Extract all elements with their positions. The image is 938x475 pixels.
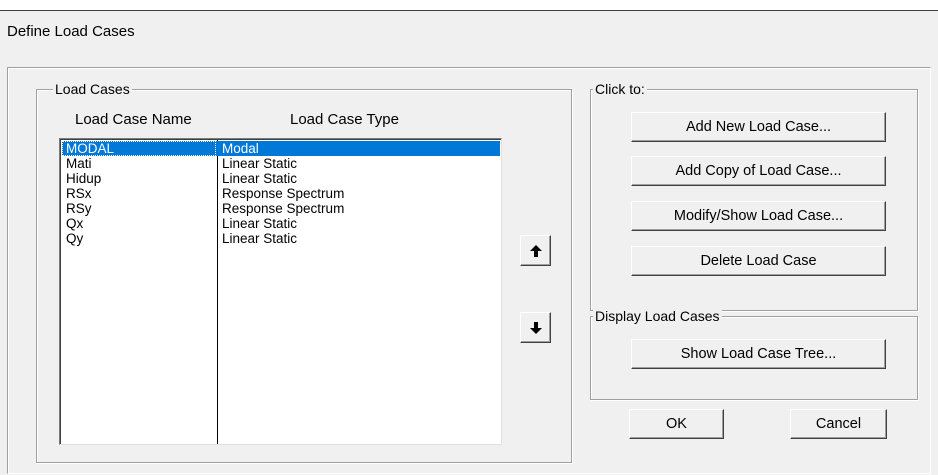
show-load-case-tree-button[interactable]: Show Load Case Tree... <box>631 339 886 369</box>
modify-show-load-case-button[interactable]: Modify/Show Load Case... <box>631 201 886 231</box>
load-case-type-header: Load Case Type <box>290 111 399 128</box>
display-load-cases-group-title: Display Load Cases <box>593 308 722 324</box>
load-case-type: Linear Static <box>222 171 298 186</box>
load-case-name: Hidup <box>66 171 102 186</box>
load-cases-group-title: Load Cases <box>53 81 132 97</box>
load-case-name: Qx <box>66 216 84 231</box>
move-down-button[interactable] <box>520 312 551 343</box>
load-case-name-header: Load Case Name <box>75 111 192 128</box>
ok-button[interactable]: OK <box>629 409 724 439</box>
load-cases-listbox[interactable]: MODAL Modal Mati Linear Static Hidup Lin… <box>59 138 502 445</box>
delete-load-case-button[interactable]: Delete Load Case <box>631 246 886 276</box>
load-case-type: Linear Static <box>222 216 298 231</box>
load-case-type: Response Spectrum <box>222 186 345 201</box>
move-up-button[interactable] <box>520 235 551 266</box>
arrow-up-icon <box>529 244 542 257</box>
list-item[interactable]: Mati Linear Static <box>62 156 500 171</box>
load-case-name: RSx <box>66 186 92 201</box>
load-case-name: RSy <box>66 201 92 216</box>
load-case-type: Linear Static <box>222 156 298 171</box>
list-item[interactable]: Hidup Linear Static <box>62 171 500 186</box>
add-new-load-case-button[interactable]: Add New Load Case... <box>631 112 886 142</box>
list-item[interactable]: RSx Response Spectrum <box>62 186 500 201</box>
define-load-cases-dialog: Define Load Cases Load Cases Load Case N… <box>0 11 938 475</box>
arrow-down-icon <box>529 321 542 334</box>
list-item[interactable]: Qx Linear Static <box>62 216 500 231</box>
add-copy-load-case-button[interactable]: Add Copy of Load Case... <box>631 156 886 186</box>
load-case-type: Modal <box>222 141 259 156</box>
list-item[interactable]: Qy Linear Static <box>62 231 500 246</box>
load-case-name: Qy <box>66 231 84 246</box>
load-case-name: Mati <box>66 156 92 171</box>
dialog-title: Define Load Cases <box>7 23 135 40</box>
load-case-type: Response Spectrum <box>222 201 345 216</box>
list-item[interactable]: MODAL Modal <box>62 141 500 156</box>
load-case-type: Linear Static <box>222 231 298 246</box>
load-case-name: MODAL <box>66 141 115 156</box>
click-to-group-title: Click to: <box>593 81 647 97</box>
cancel-button[interactable]: Cancel <box>790 409 887 439</box>
list-item[interactable]: RSy Response Spectrum <box>62 201 500 216</box>
